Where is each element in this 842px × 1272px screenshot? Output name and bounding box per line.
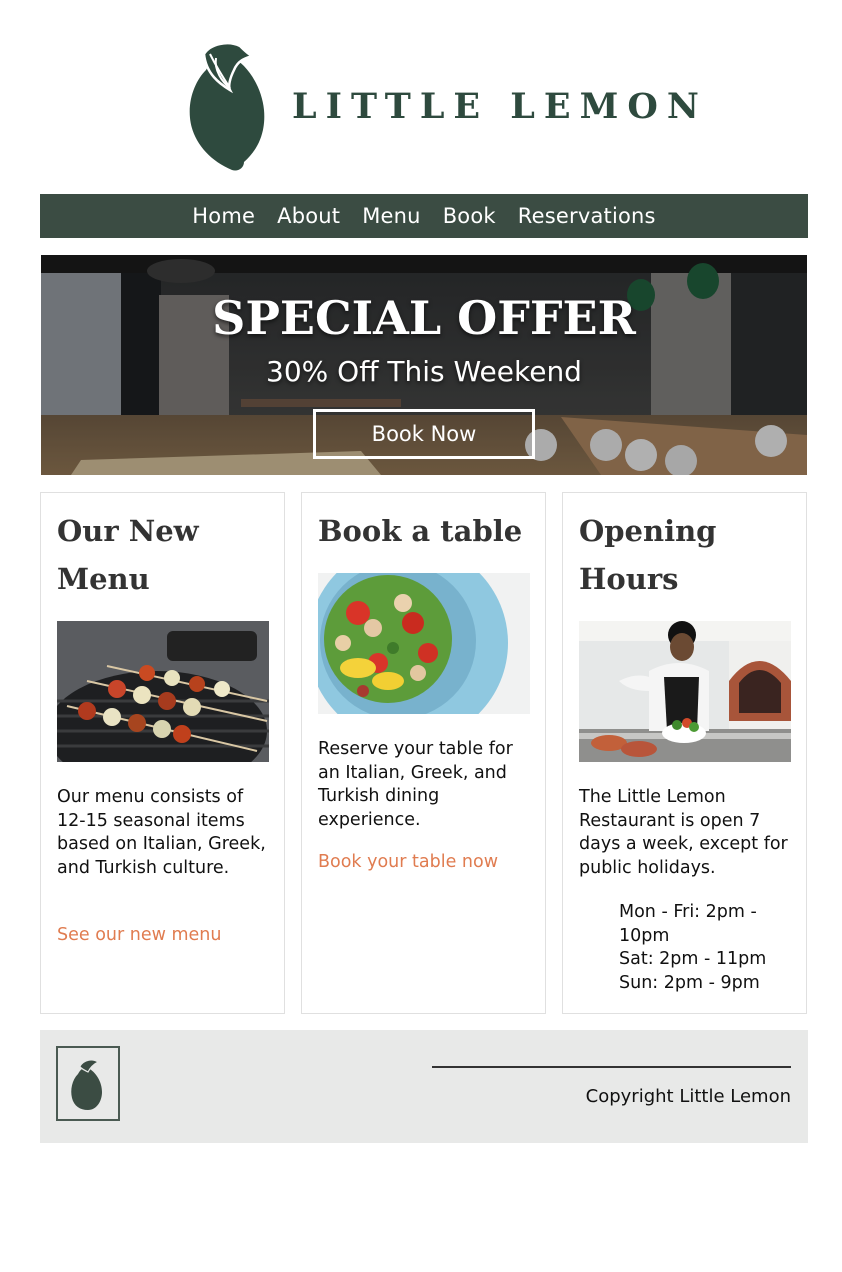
card-title: Book a table <box>318 514 523 548</box>
hours-saturday: Sat: 2pm - 11pm <box>619 949 767 969</box>
salad-bowl-photo <box>318 573 530 714</box>
hours-sunday: Sun: 2pm - 9pm <box>619 972 760 993</box>
site-header: LITTLE LEMON <box>0 0 842 190</box>
hours-list: Mon - Fri: 2pm - 10pm Sat: 2pm - 11pm Su… <box>619 901 799 995</box>
book-table-link[interactable]: Book your table now <box>318 852 498 872</box>
nav-item-about[interactable]: About <box>277 204 340 228</box>
footer-logo[interactable] <box>56 1046 120 1121</box>
card-text: The Little Lemon Restaurant is open 7 da… <box>579 787 788 878</box>
site-footer: Copyright Little Lemon <box>40 1030 808 1143</box>
nav-item-menu[interactable]: Menu <box>362 204 420 228</box>
card-title: Our New Menu <box>57 514 199 596</box>
card-new-menu: Our New Menu Our menu consists of 12-15 … <box>40 492 285 1014</box>
card-text: Our menu consists of 12-15 seasonal item… <box>57 787 266 878</box>
book-now-button[interactable]: Book Now <box>313 409 535 459</box>
copyright-text: Copyright Little Lemon <box>585 1086 791 1107</box>
nav-item-reservations[interactable]: Reservations <box>518 204 656 228</box>
special-offer-banner: SPECIAL OFFER 30% Off This Weekend Book … <box>41 255 807 475</box>
card-title: Opening Hours <box>579 514 717 596</box>
lemon-logo-icon[interactable] <box>186 40 270 172</box>
lemon-icon <box>71 1059 102 1110</box>
footer-divider <box>432 1066 791 1068</box>
hero-subtitle: 30% Off This Weekend <box>266 355 582 388</box>
grilled-skewers-photo <box>57 621 269 762</box>
main-nav: Home About Menu Book Reservations <box>40 194 808 238</box>
nav-item-home[interactable]: Home <box>192 204 255 228</box>
brand-name: LITTLE LEMON <box>292 86 708 127</box>
chef-plating-photo <box>579 621 791 762</box>
card-opening-hours: Opening Hours The Little Lemon Restauran… <box>562 492 807 1014</box>
card-book-table: Book a table Reserve your table for an I… <box>301 492 546 1014</box>
hero-title: SPECIAL OFFER <box>212 291 636 345</box>
card-text: Reserve your table for an Italian, Greek… <box>318 739 513 830</box>
hours-weekdays: Mon - Fri: 2pm - 10pm <box>619 902 757 946</box>
nav-item-book[interactable]: Book <box>443 204 496 228</box>
see-menu-link[interactable]: See our new menu <box>57 925 222 945</box>
